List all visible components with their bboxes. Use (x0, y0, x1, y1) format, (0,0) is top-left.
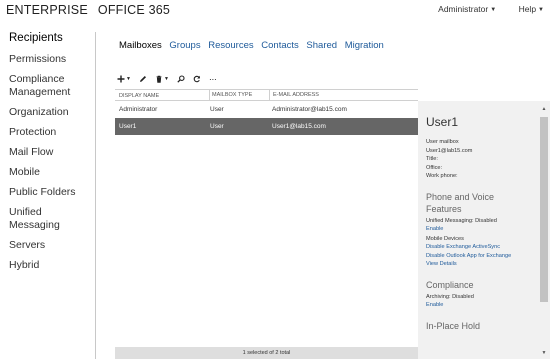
cell-display-name: User1 (119, 123, 137, 130)
phone-voice-heading: Phone and Voice Features (426, 191, 495, 214)
cell-email-address: User1@lab15.com (272, 123, 326, 130)
details-email: User1@lab15.com (426, 147, 473, 154)
table-row-selected[interactable]: User1 User User1@lab15.com (115, 118, 418, 135)
details-content: User1 User mailbox User1@lab15.com Title… (426, 115, 532, 334)
add-button[interactable]: ▼ (117, 75, 131, 83)
tab-resources[interactable]: Resources (208, 40, 253, 51)
tab-migration[interactable]: Migration (345, 40, 384, 51)
details-office-field: Office: (426, 164, 443, 171)
disable-owa-link[interactable]: Disable Outlook App for Exchange (426, 252, 532, 261)
cell-email-address: Administrator@lab15.com (272, 106, 347, 113)
user-menu: Administrator ▼ Help ▼ (418, 4, 544, 14)
in-place-hold-heading: In-Place Hold (426, 320, 481, 331)
user-dropdown[interactable]: Administrator ▼ (428, 4, 496, 14)
cell-mailbox-type: User (210, 123, 224, 130)
refresh-icon (193, 75, 200, 83)
tab-shared[interactable]: Shared (306, 40, 337, 51)
compliance-heading: Compliance (426, 279, 474, 290)
nav-item-recipients[interactable]: Recipients (0, 32, 95, 45)
delete-button[interactable]: ▼ (155, 75, 169, 83)
tab-groups[interactable]: Groups (169, 40, 200, 51)
more-button[interactable]: ··· (208, 74, 217, 84)
cell-mailbox-type: User (210, 106, 224, 113)
um-enable-link[interactable]: Enable (426, 225, 532, 234)
disable-activesync-link[interactable]: Disable Exchange ActiveSync (426, 243, 532, 252)
scroll-up-icon[interactable]: ▲ (540, 105, 548, 113)
nav-item-organization[interactable]: Organization (0, 106, 95, 119)
nav-item-servers[interactable]: Servers (0, 239, 95, 252)
edit-button[interactable] (139, 75, 147, 83)
archiving-status: Archiving: Disabled (426, 293, 474, 300)
details-mailbox-type: User mailbox (426, 139, 459, 145)
chevron-down-icon: ▼ (163, 76, 169, 82)
nav-item-permissions[interactable]: Permissions (0, 53, 95, 66)
details-title: User1 (426, 115, 459, 129)
archiving-enable-link[interactable]: Enable (426, 301, 532, 310)
details-work-phone-field: Work phone: (426, 173, 458, 179)
nav-item-mail-flow[interactable]: Mail Flow (0, 146, 95, 159)
help-dropdown[interactable]: Help ▼ (509, 4, 544, 14)
brand-office365: OFFICE 365 (97, 3, 171, 17)
toolbar: ▼ ▼ ··· (117, 73, 217, 85)
tab-mailboxes[interactable]: Mailboxes (119, 40, 162, 51)
help-label: Help (518, 4, 537, 14)
brand-enterprise: ENTERPRISE (6, 3, 88, 17)
chevron-down-icon: ▼ (538, 7, 544, 13)
chevron-down-icon: ▼ (126, 76, 131, 82)
tab-contacts[interactable]: Contacts (261, 40, 299, 51)
chevron-down-icon: ▼ (490, 7, 497, 13)
nav-item-mobile[interactable]: Mobile (0, 166, 95, 179)
column-email-address[interactable]: E-MAIL ADDRESS (269, 90, 319, 101)
column-display-name[interactable]: DISPLAY NAME (119, 93, 159, 99)
details-scrollbar[interactable]: ▲ ▼ (540, 105, 548, 357)
column-mailbox-type[interactable]: MAILBOX TYPE (209, 90, 252, 101)
details-title-field: Title: (426, 156, 438, 162)
nav-item-unified-messaging[interactable]: Unified Messaging (0, 206, 95, 232)
nav-item-protection[interactable]: Protection (0, 126, 95, 139)
brand: ENTERPRISE OFFICE 365 (6, 3, 170, 17)
scrollbar-thumb[interactable] (540, 117, 548, 302)
left-nav: Recipients Permissions Compliance Manage… (0, 32, 96, 359)
um-status: Unified Messaging: Disabled (426, 217, 497, 224)
search-icon (177, 75, 185, 83)
mobile-devices-label: Mobile Devices (426, 235, 464, 242)
list-header: DISPLAY NAME MAILBOX TYPE E-MAIL ADDRESS (115, 89, 418, 101)
delete-icon (156, 75, 162, 83)
add-icon (117, 75, 125, 83)
top-bar: ENTERPRISE OFFICE 365 Administrator ▼ Help… (0, 0, 550, 19)
status-bar: 1 selected of 2 total (115, 347, 418, 359)
nav-item-compliance-management[interactable]: Compliance Management (0, 73, 95, 99)
edit-icon (139, 76, 146, 82)
recipient-tabs: Mailboxes Groups Resources Contacts Shar… (119, 40, 389, 51)
nav-item-public-folders[interactable]: Public Folders (0, 186, 95, 199)
search-button[interactable] (177, 75, 185, 83)
details-pane: User1 User mailbox User1@lab15.com Title… (418, 101, 550, 359)
nav-item-hybrid[interactable]: Hybrid (0, 259, 95, 272)
cell-display-name: Administrator (119, 106, 158, 113)
user-label: Administrator (438, 4, 489, 14)
table-row[interactable]: Administrator User Administrator@lab15.c… (115, 101, 418, 118)
scroll-down-icon[interactable]: ▼ (540, 349, 548, 357)
view-details-link[interactable]: View Details (426, 260, 532, 269)
refresh-button[interactable] (193, 75, 201, 83)
more-icon: ··· (208, 74, 217, 84)
mailbox-list: DISPLAY NAME MAILBOX TYPE E-MAIL ADDRESS… (115, 89, 418, 359)
